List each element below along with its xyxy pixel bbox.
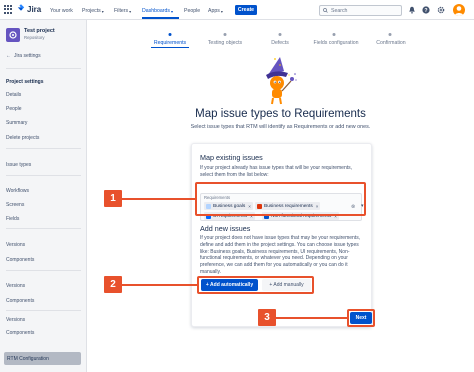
callout-3-highlight (347, 309, 375, 327)
step-fields-configuration[interactable]: Fields configuration (314, 40, 359, 46)
divider (6, 148, 81, 149)
nav-dashboards[interactable]: Dashboards ▾ (142, 6, 173, 16)
chevron-down-icon: ▾ (170, 8, 173, 14)
product-name: Jira (27, 4, 42, 14)
callout-3-connector (276, 317, 347, 319)
sidebar-item-people[interactable]: People (6, 106, 22, 112)
chevron-down-icon: ▾ (220, 8, 223, 14)
help-icon[interactable]: ? (421, 5, 431, 15)
create-button[interactable]: Create (235, 5, 257, 15)
sidebar-section-heading: Project settings (6, 79, 44, 85)
callout-1-connector (122, 198, 195, 200)
sidebar-item-workflows[interactable]: Workflows (6, 188, 29, 194)
add-new-heading: Add new issues (200, 224, 251, 233)
callout-1-highlight (195, 182, 366, 216)
sidebar-item-versions[interactable]: Versions (6, 242, 25, 248)
divider (6, 175, 81, 176)
page-subtitle: Select issue types that RTM will identif… (190, 124, 371, 130)
nav-filters[interactable]: Filters ▾ (114, 6, 131, 16)
chevron-down-icon: ▾ (129, 8, 132, 14)
callout-2-badge: 2 (104, 276, 122, 293)
wizard-mascot-illustration (266, 57, 297, 105)
callout-2-highlight (197, 276, 314, 294)
callout-2-connector (122, 284, 197, 286)
jira-logo-icon (17, 4, 25, 11)
sidebar-item-screens[interactable]: Screens (6, 202, 24, 208)
sidebar-item-summary[interactable]: Summary (6, 120, 27, 126)
sidebar-item-components[interactable]: Components (6, 257, 34, 263)
divider (6, 270, 81, 271)
sidebar-item-delete-projects[interactable]: Delete projects (6, 135, 39, 141)
project-type: Repository (24, 35, 45, 40)
step-dot-testing-objects (223, 33, 227, 36)
nav-people[interactable]: People (184, 6, 200, 16)
divider (6, 228, 81, 229)
bell-icon[interactable] (407, 5, 417, 15)
active-nav-indicator (142, 17, 179, 19)
search-placeholder: Search (331, 7, 348, 14)
step-dot-confirmation (388, 33, 392, 36)
step-defects[interactable]: Defects (271, 40, 289, 46)
sidebar-item-rtm-configuration[interactable]: RTM Configuration (4, 352, 81, 365)
avatar[interactable] (453, 4, 465, 16)
active-step-indicator (151, 47, 189, 48)
sidebar-item-versions[interactable]: Versions (6, 283, 25, 289)
jira-logo[interactable]: Jira (17, 4, 41, 14)
map-existing-heading: Map existing issues (200, 153, 263, 162)
step-dot-requirements (168, 33, 172, 36)
svg-text:?: ? (424, 8, 427, 14)
project-header[interactable]: Test project Repository (6, 28, 55, 42)
step-testing-objects[interactable]: Testing objects (208, 40, 242, 46)
nav-apps[interactable]: Apps ▾ (208, 6, 223, 16)
sidebar-item-jira-settings[interactable]: ← Jira settings (6, 53, 41, 59)
add-new-description: If your project does not have issue type… (200, 235, 361, 275)
mapping-card: Map existing issues If your project alre… (191, 143, 372, 327)
step-confirmation[interactable]: Confirmation (376, 40, 405, 46)
nav-projects[interactable]: Projects ▾ (82, 6, 104, 16)
chevron-down-icon: ▾ (101, 8, 104, 14)
search-input[interactable]: Search (319, 5, 402, 16)
project-icon (6, 28, 20, 42)
sidebar: Test project Repository ← Jira settings … (0, 20, 87, 372)
sidebar-item-components[interactable]: Components (6, 330, 34, 336)
project-name: Test project (24, 28, 55, 34)
sidebar-item-versions[interactable]: Versions (6, 317, 25, 323)
divider (6, 310, 81, 311)
step-dot-defects (278, 33, 282, 36)
step-dot-fields-configuration (332, 33, 336, 36)
divider (6, 68, 81, 69)
sidebar-item-details[interactable]: Details (6, 92, 21, 98)
sidebar-item-fields[interactable]: Fields (6, 216, 19, 222)
search-icon (323, 8, 328, 13)
callout-1-badge: 1 (104, 190, 122, 207)
app-switcher-icon[interactable] (4, 5, 13, 14)
nav-your-work[interactable]: Your work (50, 6, 73, 16)
settings-icon[interactable] (436, 5, 446, 15)
callout-3-badge: 3 (258, 309, 276, 326)
map-existing-description: If your project already has issue types … (200, 165, 353, 178)
top-navigation: Jira Your work Projects ▾ Filters ▾ Dashbo… (0, 0, 474, 20)
arrow-left-icon: ← (6, 53, 11, 59)
page-title: Map issue types to Requirements (195, 108, 366, 120)
sidebar-item-components[interactable]: Components (6, 298, 34, 304)
sidebar-item-issue-types[interactable]: Issue types (6, 162, 31, 168)
step-requirements[interactable]: Requirements (154, 40, 186, 46)
